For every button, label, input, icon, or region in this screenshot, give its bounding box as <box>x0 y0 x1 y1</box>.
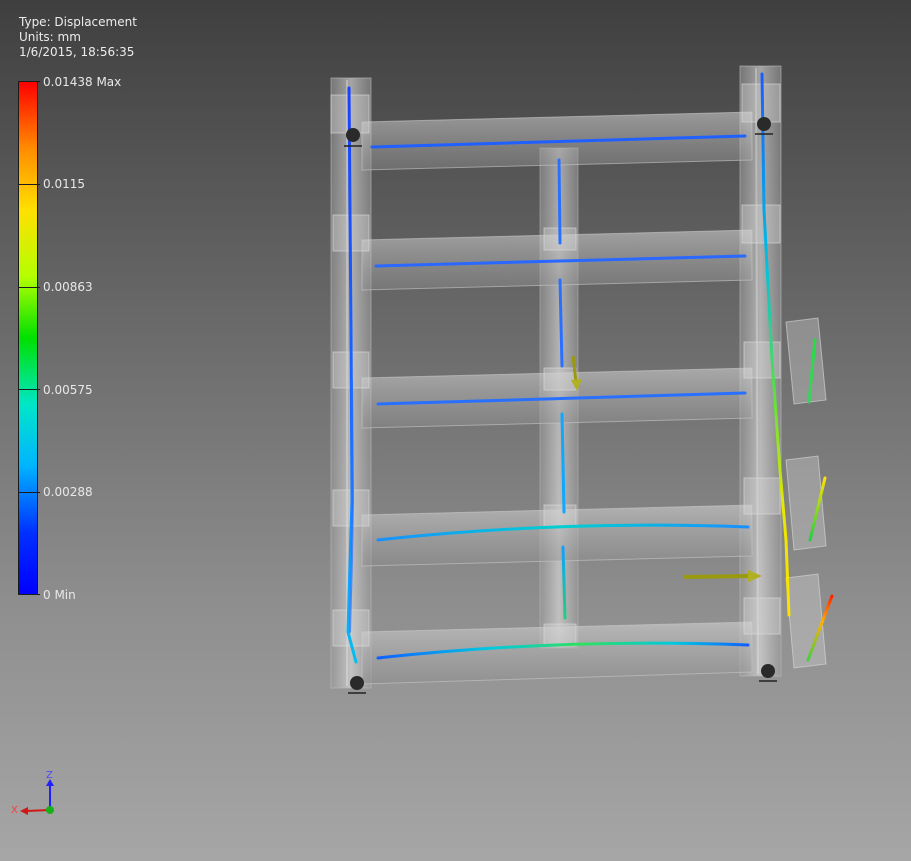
bracket-block <box>785 317 827 405</box>
joint-block <box>743 597 781 635</box>
frame-structure <box>330 65 827 689</box>
joint-block <box>743 477 781 515</box>
middle-post-seg-1-line <box>557 158 562 245</box>
joint-block <box>741 204 781 244</box>
middle-post-seg-3-line <box>560 412 566 514</box>
middle-post-seg-2-line <box>558 278 564 368</box>
joint-block <box>543 367 577 391</box>
triad-z-label: Z <box>46 770 53 781</box>
frame-model-viewport[interactable] <box>0 0 911 861</box>
triad-x-label: X <box>11 805 18 816</box>
load-arrow-shaft <box>683 574 751 579</box>
joint-block <box>543 623 577 647</box>
view-triad[interactable]: Z X <box>8 770 68 820</box>
joint-block <box>743 341 781 379</box>
joint-block <box>543 504 577 528</box>
bracket-block <box>785 573 827 669</box>
middle-post-seg-4-line <box>561 545 567 620</box>
